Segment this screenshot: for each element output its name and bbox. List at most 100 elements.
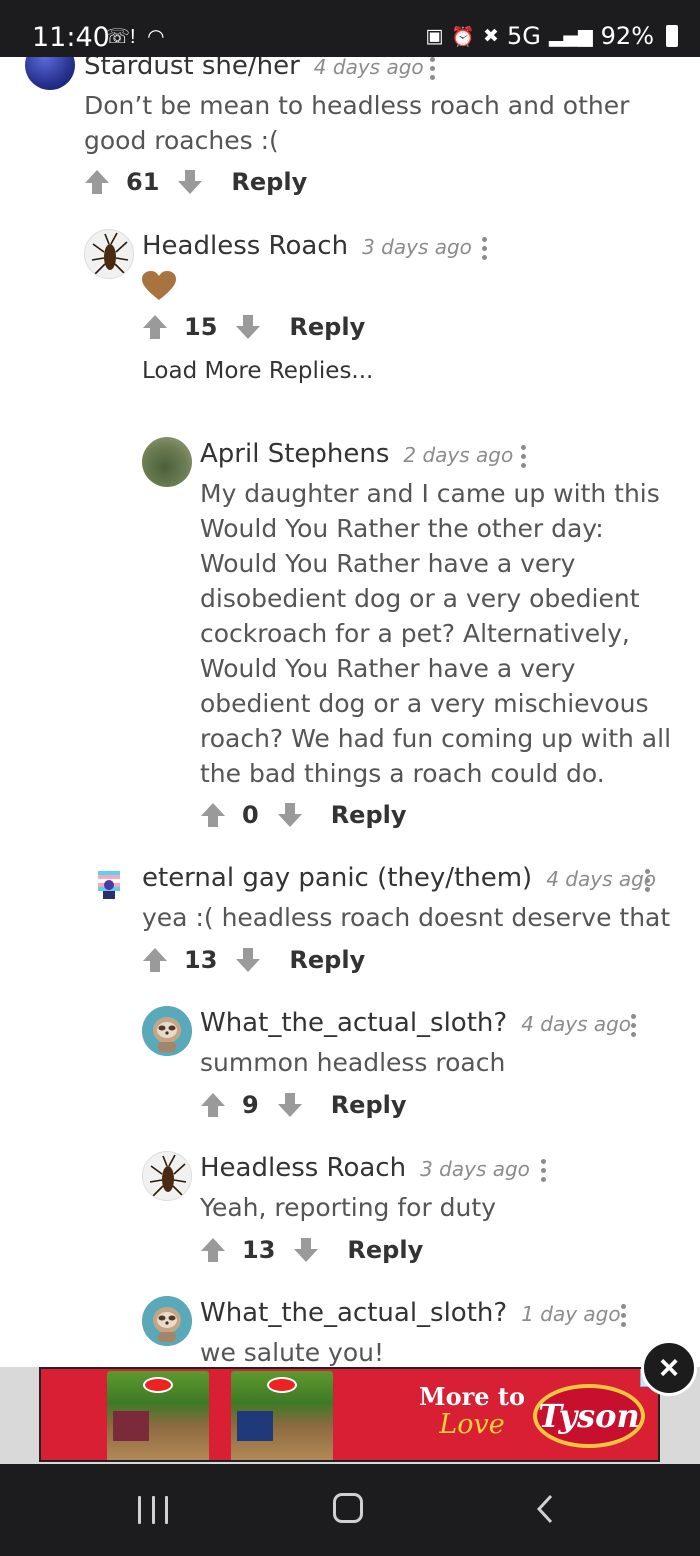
comment-actions: 15 Reply — [142, 312, 365, 342]
comment-body: summon headless roach — [200, 1048, 506, 1077]
avatar[interactable] — [142, 1006, 192, 1056]
comment-header: What_the_actual_sloth? 4 days ago — [200, 1008, 631, 1038]
back-icon[interactable] — [534, 1494, 556, 1524]
author-name[interactable]: eternal gay panic (they/them) — [142, 863, 532, 893]
missed-call-icon: ☏! — [105, 26, 136, 48]
comment-body: yea :( headless roach doesnt deserve tha… — [142, 903, 671, 932]
comment-body: we salute you! — [200, 1338, 384, 1367]
vote-count: 61 — [126, 168, 160, 196]
upvote-icon[interactable] — [142, 314, 168, 340]
ad-banner-area: More to Love Tyson — [0, 1367, 700, 1464]
mute-icon: ✖ — [483, 25, 499, 47]
avatar[interactable] — [25, 57, 75, 90]
upvote-icon[interactable] — [200, 1092, 226, 1118]
cockroach-icon — [149, 1154, 187, 1197]
network-label: 5G — [506, 22, 541, 50]
avatar[interactable] — [142, 1151, 192, 1201]
cockroach-icon — [91, 232, 129, 275]
comment-time: 2 days ago — [403, 443, 514, 467]
comment-time: 4 days ago — [313, 57, 424, 79]
comment-body: Don’t be mean to headless roach and othe… — [84, 91, 630, 155]
author-name[interactable]: Stardust she/her — [84, 57, 300, 81]
author-name[interactable]: April Stephens — [200, 439, 389, 469]
author-name[interactable]: What_the_actual_sloth? — [200, 1298, 507, 1328]
upvote-icon[interactable] — [200, 1237, 226, 1263]
comment: What_the_actual_sloth? 1 day ago we salut… — [0, 1292, 700, 1367]
notification-icons: ☏! ◠ — [105, 24, 165, 49]
downvote-icon[interactable] — [293, 1237, 319, 1263]
more-options-icon[interactable] — [430, 57, 436, 83]
more-options-icon[interactable] — [621, 1304, 627, 1330]
author-name[interactable]: Headless Roach — [142, 231, 348, 261]
reply-button[interactable]: Reply — [331, 1091, 407, 1119]
comment-thread: Stardust she/her 4 days ago Don’t be mean… — [0, 57, 700, 1367]
more-options-icon[interactable] — [645, 869, 651, 895]
more-options-icon[interactable] — [541, 1159, 547, 1185]
comment: eternal gay panic (they/them) 4 days ago … — [0, 857, 700, 977]
upvote-icon[interactable] — [200, 802, 226, 828]
brand-logo: Tyson — [533, 1384, 645, 1448]
comment-header: Headless Roach 3 days ago — [200, 1153, 530, 1183]
wifi-icon: ◠ — [147, 26, 165, 48]
lock-icon: ▣ — [425, 25, 444, 47]
avatar[interactable] — [142, 437, 192, 487]
ad-banner[interactable]: More to Love Tyson — [39, 1367, 660, 1462]
reply-button[interactable]: Reply — [331, 801, 407, 829]
comment: What_the_actual_sloth? 4 days ago summon … — [0, 1002, 700, 1122]
close-ad-button[interactable]: × — [641, 1340, 697, 1396]
vote-count: 0 — [242, 801, 259, 829]
downvote-icon[interactable] — [235, 314, 261, 340]
author-name[interactable]: Headless Roach — [200, 1153, 406, 1183]
downvote-icon[interactable] — [277, 1092, 303, 1118]
brown-heart-icon — [142, 271, 176, 301]
reply-button[interactable]: Reply — [231, 168, 307, 196]
comment-body: My daughter and I came up with this Woul… — [200, 479, 672, 788]
downvote-icon[interactable] — [277, 802, 303, 828]
more-options-icon[interactable] — [482, 237, 488, 263]
comment-actions: 0 Reply — [200, 800, 407, 830]
upvote-icon[interactable] — [142, 947, 168, 973]
alarm-icon: ⏰ — [451, 25, 476, 48]
vote-count: 13 — [242, 1236, 276, 1264]
recent-apps-icon[interactable] — [138, 1496, 168, 1524]
reply-button[interactable]: Reply — [289, 946, 365, 974]
battery-icon — [666, 25, 678, 47]
sloth-icon — [142, 1296, 192, 1346]
comment-header: April Stephens 2 days ago — [200, 439, 513, 469]
author-name[interactable]: What_the_actual_sloth? — [200, 1008, 507, 1038]
upvote-icon[interactable] — [84, 169, 110, 195]
more-options-icon[interactable] — [521, 445, 527, 471]
navigation-bar — [0, 1464, 700, 1556]
signal-icon: ▂▄▆ — [548, 25, 593, 47]
avatar[interactable] — [142, 1296, 192, 1346]
downvote-icon[interactable] — [177, 169, 203, 195]
load-more-replies[interactable]: Load More Replies... — [142, 358, 373, 384]
downvote-icon[interactable] — [235, 947, 261, 973]
reply-button[interactable]: Reply — [289, 313, 365, 341]
comment-header: What_the_actual_sloth? 1 day ago — [200, 1298, 621, 1328]
comment-body: Yeah, reporting for duty — [200, 1193, 496, 1222]
comment-header: Stardust she/her 4 days ago — [84, 57, 424, 81]
vote-count: 15 — [184, 313, 218, 341]
comment-actions: 9 Reply — [200, 1090, 407, 1120]
product-package-image — [107, 1371, 209, 1460]
comment-actions: 13 Reply — [142, 945, 365, 975]
ad-slogan-top: More to — [419, 1382, 525, 1411]
comment-time: 3 days ago — [362, 235, 472, 259]
avatar[interactable] — [84, 229, 134, 279]
comment-time: 1 day ago — [521, 1302, 621, 1326]
pride-character-icon — [97, 871, 121, 899]
comment: Stardust she/her 4 days ago Don’t be mean… — [0, 57, 700, 207]
vote-count: 9 — [242, 1091, 259, 1119]
status-bar: 11:40 ☏! ◠ ▣ ⏰ ✖ 5G ▂▄▆ 92% — [0, 0, 700, 57]
comment: April Stephens 2 days ago My daughter and… — [0, 427, 700, 847]
comment-header: eternal gay panic (they/them) 4 days ago — [142, 863, 656, 893]
comment: Headless Roach 3 days ago 15 Reply Load M… — [0, 217, 700, 457]
comment-time: 3 days ago — [420, 1157, 530, 1181]
more-options-icon[interactable] — [631, 1014, 637, 1040]
reply-button[interactable]: Reply — [347, 1236, 423, 1264]
comment-time: 4 days ago — [521, 1012, 632, 1036]
avatar[interactable] — [84, 863, 134, 913]
home-icon[interactable] — [333, 1493, 363, 1523]
battery-label: 92% — [600, 22, 654, 50]
